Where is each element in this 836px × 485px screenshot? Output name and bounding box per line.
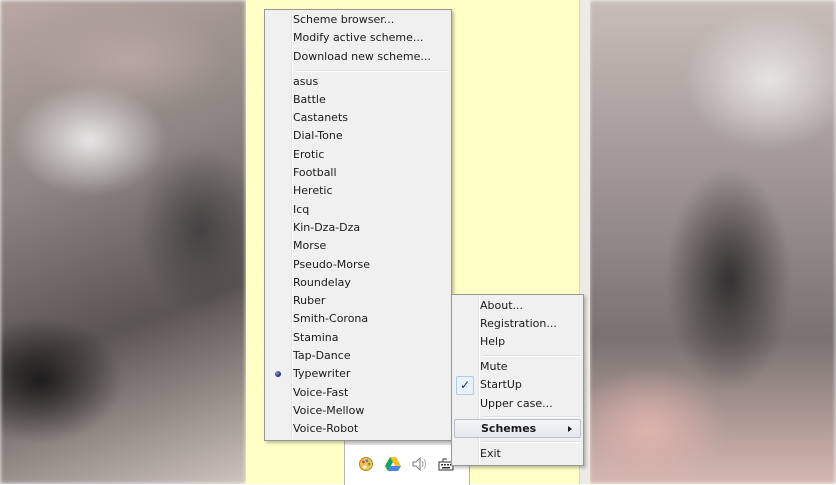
menu-item-label: Morse [293, 239, 327, 252]
menu-item-label: Erotic [293, 148, 325, 161]
menu-item-help[interactable]: Help [454, 333, 581, 351]
menu-item-mute[interactable]: Mute [454, 358, 581, 376]
menu-item-label: Icq [293, 203, 310, 216]
menu-item-label: Pseudo-Morse [293, 258, 371, 271]
scheme-item-football[interactable]: Football [267, 164, 449, 182]
menu-item-label: Registration... [480, 317, 557, 330]
menu-separator [482, 355, 580, 357]
background-photo-left [0, 0, 246, 484]
menu-item-label: Dial-Tone [293, 129, 343, 142]
menu-item-schemes[interactable]: Schemes [454, 419, 581, 438]
menu-item-about[interactable]: About... [454, 297, 581, 315]
menu-item-label: Stamina [293, 331, 339, 344]
menu-item-label: Voice-Fast [293, 386, 349, 399]
scheme-item-voice-fast[interactable]: Voice-Fast [267, 384, 449, 402]
background-photo-right [589, 0, 836, 484]
menu-item-label: Voice-Robot [293, 422, 359, 435]
scheme-item-castanets[interactable]: Castanets [267, 109, 449, 127]
scheme-item-voice-mellow[interactable]: Voice-Mellow [267, 402, 449, 420]
scheme-item-battle[interactable]: Battle [267, 91, 449, 109]
menu-item-label: asus [293, 75, 319, 88]
scheme-item-tap-dance[interactable]: Tap-Dance [267, 347, 449, 365]
menu-item-scheme-browser[interactable]: Scheme browser... [267, 11, 449, 29]
google-drive-icon[interactable] [384, 455, 402, 473]
menu-item-label: Mute [480, 360, 508, 373]
menu-item-modify-active-scheme[interactable]: Modify active scheme... [267, 29, 449, 47]
menu-item-startup[interactable]: ✓ StartUp [454, 376, 581, 395]
speaker-icon[interactable] [411, 455, 429, 473]
menu-item-label: Castanets [293, 111, 348, 124]
menu-item-label: Roundelay [293, 276, 351, 289]
menu-item-label: About... [480, 299, 524, 312]
checkmark-icon: ✓ [456, 376, 474, 395]
scheme-item-pseudo-morse[interactable]: Pseudo-Morse [267, 256, 449, 274]
menu-item-label: Modify active scheme... [293, 31, 424, 44]
menu-item-registration[interactable]: Registration... [454, 315, 581, 333]
scheme-item-heretic[interactable]: Heretic [267, 182, 449, 200]
submenu-arrow-icon [568, 426, 572, 432]
menu-item-label: Smith-Corona [293, 312, 369, 325]
scheme-item-erotic[interactable]: Erotic [267, 146, 449, 164]
scheme-item-morse[interactable]: Morse [267, 237, 449, 255]
paint-palette-icon[interactable] [357, 455, 375, 473]
menu-item-upper-case[interactable]: Upper case... [454, 395, 581, 413]
menu-item-download-new-scheme[interactable]: Download new scheme... [267, 48, 449, 66]
scheme-item-ruber[interactable]: Ruber [267, 292, 449, 310]
menu-item-label: Heretic [293, 184, 333, 197]
menu-item-exit[interactable]: Exit [454, 445, 581, 463]
menu-item-label: Ruber [293, 294, 326, 307]
schemes-submenu: Scheme browser... Modify active scheme..… [264, 9, 452, 441]
scheme-item-asus[interactable]: asus [267, 73, 449, 91]
menu-item-label: Upper case... [480, 397, 553, 410]
menu-item-label: Football [293, 166, 337, 179]
tray-context-menu: About... Registration... Help Mute ✓ Sta… [451, 294, 584, 466]
menu-item-label: Kin-Dza-Dza [293, 221, 361, 234]
menu-separator [482, 416, 580, 418]
selected-radio-icon [275, 371, 281, 377]
menu-separator [482, 441, 580, 443]
menu-item-label: Tap-Dance [293, 349, 351, 362]
scheme-item-typewriter[interactable]: Typewriter [267, 365, 449, 383]
scheme-item-kin-dza-dza[interactable]: Kin-Dza-Dza [267, 219, 449, 237]
scheme-item-voice-robot[interactable]: Voice-Robot [267, 420, 449, 438]
menu-item-label: Scheme browser... [293, 13, 395, 26]
menu-item-label: Download new scheme... [293, 50, 431, 63]
menu-item-label: Help [480, 335, 506, 348]
menu-item-label: StartUp [480, 378, 522, 391]
menu-item-label: Schemes [481, 422, 537, 435]
menu-separator [295, 70, 448, 72]
scheme-item-stamina[interactable]: Stamina [267, 329, 449, 347]
menu-item-label: Exit [480, 447, 501, 460]
menu-item-label: Typewriter [293, 367, 351, 380]
scheme-item-dial-tone[interactable]: Dial-Tone [267, 127, 449, 145]
scheme-item-roundelay[interactable]: Roundelay [267, 274, 449, 292]
scheme-item-icq[interactable]: Icq [267, 201, 449, 219]
scheme-item-smith-corona[interactable]: Smith-Corona [267, 310, 449, 328]
menu-item-label: Voice-Mellow [293, 404, 365, 417]
menu-item-label: Battle [293, 93, 326, 106]
